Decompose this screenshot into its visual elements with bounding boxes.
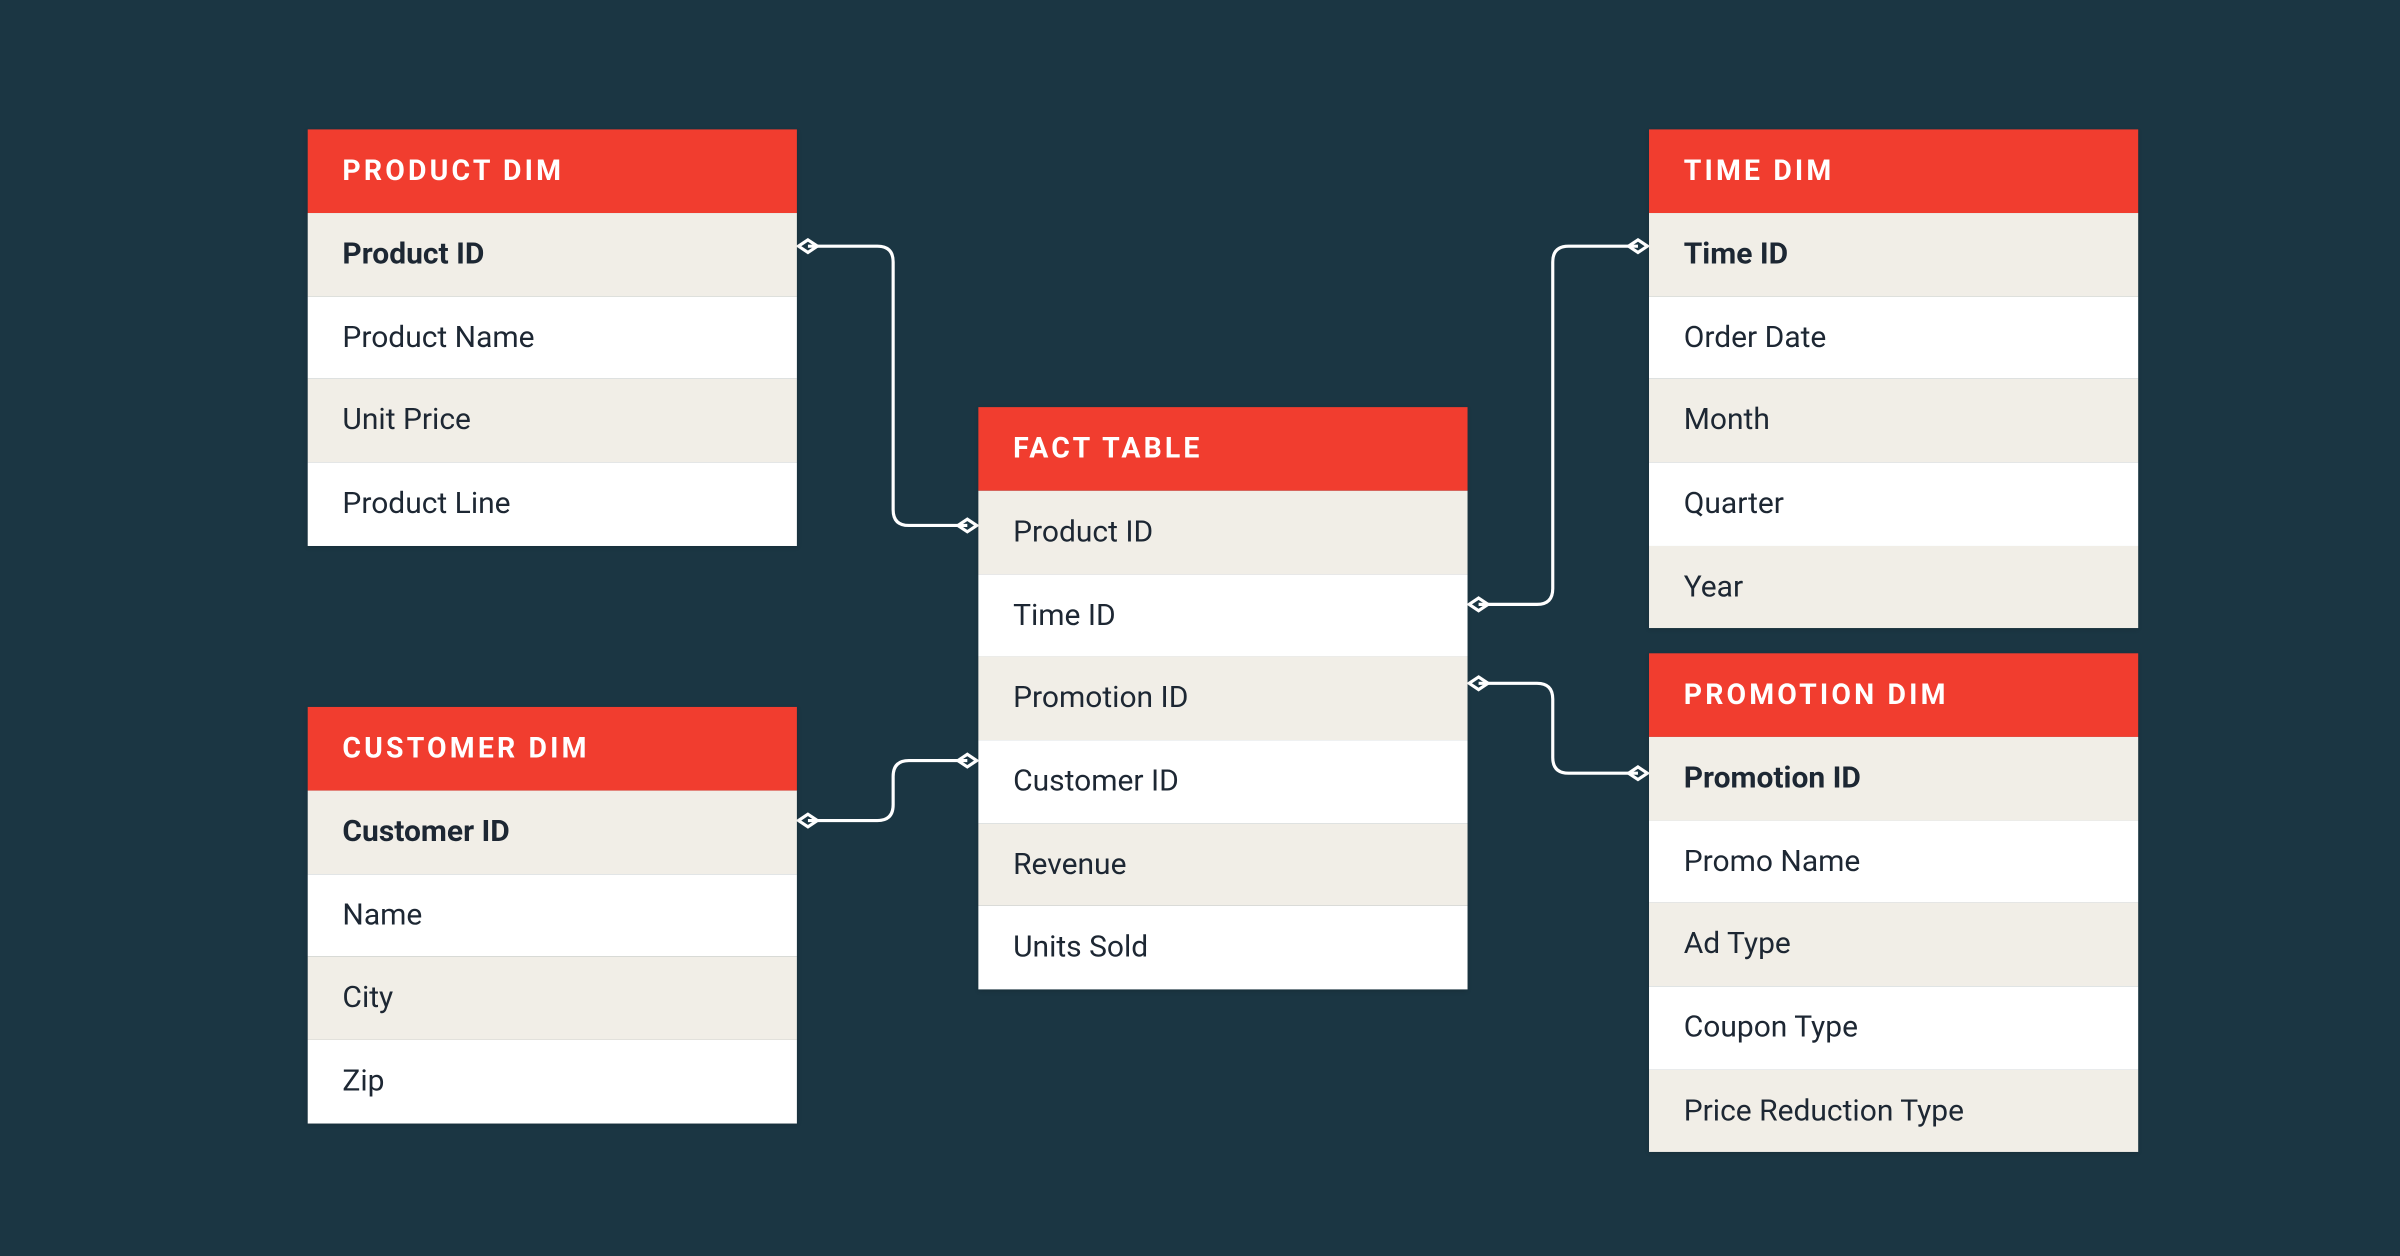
table-fact: FACT TABLE Product ID Time ID Promotion … xyxy=(978,407,1467,989)
field-promo-name: Promo Name xyxy=(1649,820,2138,903)
field-promotion-id: Promotion ID xyxy=(978,657,1467,740)
field-product-name: Product Name xyxy=(308,296,797,379)
field-product-id: Product ID xyxy=(308,213,797,296)
field-revenue: Revenue xyxy=(978,823,1467,906)
field-customer-id: Customer ID xyxy=(308,791,797,874)
table-header: FACT TABLE xyxy=(978,407,1467,491)
connector-time-to-fact xyxy=(1479,246,1638,604)
field-product-id: Product ID xyxy=(978,491,1467,574)
table-customer-dim: CUSTOMER DIM Customer ID Name City Zip xyxy=(308,707,797,1123)
table-header: PROMOTION DIM xyxy=(1649,653,2138,737)
field-unit-price: Unit Price xyxy=(308,379,797,462)
field-product-line: Product Line xyxy=(308,462,797,545)
table-header: TIME DIM xyxy=(1649,129,2138,213)
table-header: CUSTOMER DIM xyxy=(308,707,797,791)
field-quarter: Quarter xyxy=(1649,462,2138,545)
field-city: City xyxy=(308,957,797,1040)
table-time-dim: TIME DIM Time ID Order Date Month Quarte… xyxy=(1649,129,2138,628)
table-product-dim: PRODUCT DIM Product ID Product Name Unit… xyxy=(308,129,797,545)
field-time-id: Time ID xyxy=(1649,213,2138,296)
field-year: Year xyxy=(1649,546,2138,629)
connector-product-to-fact xyxy=(808,246,967,525)
field-time-id: Time ID xyxy=(978,574,1467,657)
field-name: Name xyxy=(308,874,797,957)
field-ad-type: Ad Type xyxy=(1649,903,2138,986)
connector-customer-to-fact xyxy=(808,761,967,821)
table-header: PRODUCT DIM xyxy=(308,129,797,213)
diagram-stage: PRODUCT DIM Product ID Product Name Unit… xyxy=(0,0,2399,1256)
field-order-date: Order Date xyxy=(1649,296,2138,379)
field-customer-id: Customer ID xyxy=(978,740,1467,823)
field-zip: Zip xyxy=(308,1040,797,1123)
field-units-sold: Units Sold xyxy=(978,906,1467,989)
connector-promotion-to-fact xyxy=(1479,683,1638,773)
field-promotion-id: Promotion ID xyxy=(1649,737,2138,820)
field-coupon-type: Coupon Type xyxy=(1649,986,2138,1069)
field-month: Month xyxy=(1649,379,2138,462)
table-promotion-dim: PROMOTION DIM Promotion ID Promo Name Ad… xyxy=(1649,653,2138,1152)
field-price-reduction-type: Price Reduction Type xyxy=(1649,1069,2138,1152)
